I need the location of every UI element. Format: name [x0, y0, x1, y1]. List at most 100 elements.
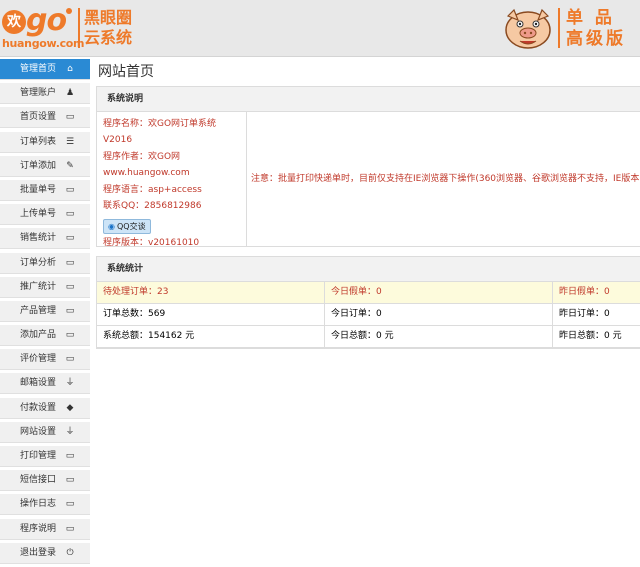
edit-icon: ✎: [66, 160, 74, 171]
qq-chat-label: QQ交谈: [116, 222, 146, 232]
sidebar-item[interactable]: 打印管理 ▭: [0, 446, 90, 467]
window-icon: ▭: [65, 523, 75, 534]
program-year: V2016: [103, 135, 133, 146]
sidebar-item-label: 管理账户: [20, 88, 57, 99]
window-icon: ▭: [65, 257, 75, 268]
sidebar-item[interactable]: 订单添加 ✎: [0, 155, 90, 177]
table-row: 系统总额：154162 元今日总额：0 元昨日总额：0 元: [97, 326, 640, 348]
sidebar-item-label: 短信接口: [20, 475, 57, 486]
home-icon: ⌂: [67, 64, 73, 74]
sidebar-item[interactable]: 首页设置 ▭: [0, 107, 90, 129]
sidebar-item-label: 打印管理: [20, 451, 57, 461]
window-icon: ▭: [65, 330, 75, 341]
sidebar-item-label: 退出登录: [20, 547, 57, 558]
logo[interactable]: 欢 go huangow.com: [2, 4, 85, 52]
sidebar-item-label: 订单添加: [20, 160, 57, 171]
user-icon: ♟: [65, 88, 75, 99]
edition-label: 单 品 高级版: [566, 8, 626, 50]
sidebar-item[interactable]: 批量单号 ▭: [0, 179, 90, 201]
sidebar-item[interactable]: 推广统计 ▭: [0, 276, 90, 298]
table-cell: 系统总额：154162 元: [97, 326, 325, 347]
table-cell: 昨日总额：0 元: [559, 331, 622, 341]
system-info-details: 程序名称：欢GO网订单系统 V2016 程序作者：欢GO网 www.huango…: [97, 112, 247, 248]
window-icon: ▭: [65, 499, 75, 510]
plug-icon: ⏚: [65, 378, 75, 389]
sidebar-item[interactable]: 订单列表 ☰: [0, 131, 90, 153]
window-icon: ▭: [65, 451, 75, 461]
table-row: 订单总数：569 今日订单：0 昨日订单：0: [97, 304, 640, 326]
pig-mascot-icon: [505, 8, 551, 49]
table-cell: 昨日假单：0: [559, 287, 610, 297]
system-name-line1: 黑眼圈: [84, 8, 133, 27]
logo-dot-icon: [66, 8, 72, 14]
edition-line1: 单 品: [566, 8, 615, 28]
window-icon: ▭: [65, 184, 75, 195]
edition-line2: 高级版: [566, 29, 626, 49]
sidebar-item[interactable]: 操作日志 ▭: [0, 494, 90, 516]
sidebar-item[interactable]: 网站设置 ⏚: [0, 421, 90, 443]
window-icon: ▭: [65, 305, 75, 316]
program-name: 程序名称：欢GO网订单系统: [103, 119, 217, 129]
sidebar-item[interactable]: 邮箱设置 ⏚: [0, 373, 90, 395]
table-cell: 待处理订单：23: [97, 282, 325, 303]
program-website[interactable]: www.huangow.com: [103, 165, 240, 181]
sidebar-item-label: 批量单号: [20, 184, 57, 195]
sidebar-item[interactable]: 管理账户 ♟: [0, 83, 90, 105]
system-name: 黑眼圈 云系统: [84, 8, 144, 48]
sidebar-item-label: 上传单号: [20, 209, 57, 220]
sidebar-item[interactable]: 添加产品 ▭: [0, 325, 90, 347]
main-content: 网站首页 系统说明 程序名称：欢GO网订单系统 V2016 程序作者：欢GO网 …: [96, 59, 640, 349]
plug-icon: ⏚: [65, 426, 75, 437]
sidebar-item[interactable]: 订单分析 ▭: [0, 252, 90, 274]
power-icon: ⏻: [66, 547, 74, 558]
window-icon: ▭: [65, 233, 75, 244]
sidebar-item[interactable]: 管理首页 ⌂: [0, 59, 90, 80]
table-cell: 今日假单：0: [325, 282, 553, 303]
system-info-heading: 系统说明: [97, 87, 640, 112]
table-row: 待处理订单：23 今日假单：0 昨日假单：0: [97, 282, 640, 304]
sidebar-item[interactable]: 程序说明 ▭: [0, 518, 90, 540]
print-note: 注意：批量打印快递单时，目前仅支持在IE浏览器下操作(360浏览器、谷歌浏览器不…: [251, 174, 640, 184]
program-version: 程序版本：v20161010: [103, 238, 200, 249]
program-language: 程序语言：asp+access: [103, 184, 202, 195]
sidebar-item[interactable]: 短信接口 ▭: [0, 470, 90, 492]
window-icon: ▭: [65, 209, 75, 220]
sidebar-item-label: 产品管理: [20, 305, 57, 316]
system-stats-heading: 系统统计: [97, 257, 640, 282]
sidebar-item[interactable]: 退出登录 ⏻: [0, 542, 90, 564]
sidebar-item-label: 订单分析: [20, 257, 57, 268]
sidebar-item[interactable]: 评价管理 ▭: [0, 349, 90, 371]
logo-divider: [78, 8, 80, 48]
system-stats-panel: 系统统计 待处理订单：23 今日假单：0 昨日假单：0 订单总数：569 今日订单：0 昨…: [96, 256, 640, 349]
system-name-line2: 云系统: [84, 28, 133, 47]
sidebar-item-label: 评价管理: [20, 354, 57, 365]
window-icon: ▭: [65, 475, 75, 486]
table-cell: 昨日订单：0: [559, 309, 610, 319]
window-icon: ▭: [65, 112, 75, 123]
sidebar: 管理首页 ⌂ 管理账户 ♟ 首页设置 ▭ 订单列表 ☰ 订单添加 ✎ 批量单号 ▭ 上传单号 ▭ 销售统计 ▭…: [0, 59, 90, 567]
sidebar-item-label: 网站设置: [20, 426, 57, 437]
contact-qq: 联系QQ：2856812986: [103, 201, 202, 212]
table-cell: 今日订单：0: [325, 304, 553, 325]
sidebar-item-label: 首页设置: [20, 112, 57, 123]
list-icon: ☰: [65, 136, 75, 147]
logo-mark: 欢: [2, 10, 26, 34]
page-title: 网站首页: [98, 64, 154, 80]
sidebar-item-label: 邮箱设置: [20, 378, 57, 389]
table-cell: 订单总数：569: [97, 304, 325, 325]
header: 欢 go huangow.com 黑眼圈 云系统 单 品 高级版: [0, 0, 640, 57]
logo-url: huangow.com: [2, 37, 85, 50]
qq-chat-button[interactable]: ◉ QQ交谈: [103, 219, 151, 235]
edition-divider: [558, 8, 560, 48]
system-info-panel: 系统说明 程序名称：欢GO网订单系统 V2016 程序作者：欢GO网 www.h…: [96, 86, 640, 248]
sidebar-item-label: 付款设置: [20, 402, 57, 413]
qq-icon: ◉: [108, 222, 115, 232]
sidebar-item[interactable]: 付款设置 ◆: [0, 397, 90, 419]
sidebar-item[interactable]: 销售统计 ▭: [0, 228, 90, 250]
sidebar-item-label: 添加产品: [20, 330, 57, 341]
sidebar-item-label: 订单列表: [20, 136, 57, 147]
table-cell: 今日总额：0 元: [325, 326, 553, 347]
sidebar-item[interactable]: 上传单号 ▭: [0, 204, 90, 226]
sidebar-item[interactable]: 产品管理 ▭: [0, 300, 90, 322]
sidebar-item-label: 推广统计: [20, 281, 57, 292]
